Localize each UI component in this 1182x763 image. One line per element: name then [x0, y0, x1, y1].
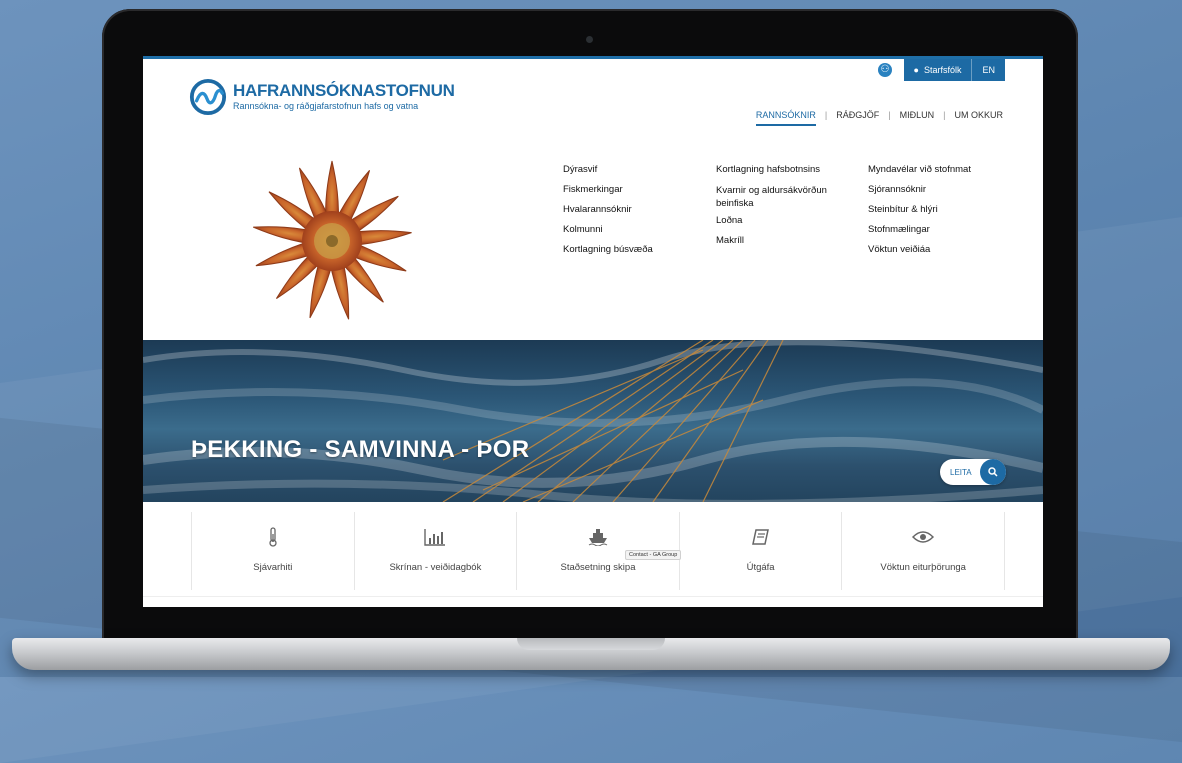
- nav-item-um-okkur[interactable]: UM OKKUR: [954, 110, 1003, 120]
- menu-link[interactable]: Fiskmerkingar: [563, 180, 653, 200]
- menu-link[interactable]: Vöktun veiðiáa: [868, 240, 971, 260]
- language-button[interactable]: EN: [971, 59, 1005, 81]
- mega-menu-column: Myndavélar við stofnmat Sjórannsóknir St…: [868, 160, 971, 260]
- mega-menu-column: Kortlagning hafsbotnsins Kvarnir og aldu…: [716, 160, 846, 251]
- site-logo[interactable]: HAFRANNSÓKNASTOFNUN Rannsókna- og ráðgja…: [189, 78, 455, 116]
- menu-link[interactable]: Kolmunni: [563, 220, 653, 240]
- person-icon: ●: [913, 65, 919, 75]
- tooltip: Contact - GA Group: [625, 550, 682, 560]
- quick-link-label: Útgáfa: [746, 562, 775, 573]
- quick-link-skrinan[interactable]: Skrínan - veiðidagbók: [353, 512, 517, 590]
- logo-title: HAFRANNSÓKNASTOFNUN: [233, 81, 455, 100]
- book-icon: [751, 526, 770, 548]
- nav-separator: |: [888, 110, 891, 120]
- staff-label: Starfsfólk: [923, 65, 962, 75]
- thermometer-icon: [267, 526, 279, 548]
- nav-separator: |: [943, 110, 946, 120]
- bar-chart-icon: [424, 526, 446, 548]
- logo-wave-icon: [189, 78, 227, 116]
- laptop-camera: [586, 36, 593, 43]
- menu-link[interactable]: Sjórannsóknir: [868, 180, 971, 200]
- nav-item-rannsoknir[interactable]: RANNSÓKNIR: [755, 110, 816, 126]
- accessibility-icon[interactable]: ⚇: [878, 63, 892, 77]
- menu-link[interactable]: Kortlagning hafsbotnsins: [716, 160, 846, 180]
- nav-item-radgjof[interactable]: RÁÐGJÖF: [836, 110, 879, 120]
- staff-button[interactable]: ● Starfsfólk: [903, 59, 972, 81]
- menu-link[interactable]: Hvalarannsóknir: [563, 200, 653, 220]
- quick-links: Sjávarhiti Skrínan - veiðidagbók Staðset…: [191, 512, 1005, 590]
- menu-link[interactable]: Kvarnir og aldursákvörðun beinfiska: [716, 180, 846, 211]
- starfish-image: [251, 160, 413, 322]
- menu-link[interactable]: Steinbítur & hlýri: [868, 200, 971, 220]
- hero-banner: ÞEKKING - SAMVINNA - ÞOR LEITA: [143, 340, 1043, 502]
- quick-link-voktun-eiturthorunga[interactable]: Vöktun eiturþörunga: [841, 512, 1005, 590]
- laptop-notch: [517, 638, 665, 650]
- nav-separator: |: [824, 110, 828, 120]
- quick-link-label: Sjávarhiti: [253, 562, 293, 573]
- website-screen: ⚇ ● Starfsfólk EN HAFRANNSÓKNASTOFNUN Ra…: [143, 56, 1043, 607]
- quick-link-sjavarhiti[interactable]: Sjávarhiti: [191, 512, 354, 590]
- nav-item-midlun[interactable]: MIÐLUN: [900, 110, 935, 120]
- eye-icon: [912, 526, 935, 548]
- divider: [143, 596, 1043, 597]
- menu-link[interactable]: Dýrasvif: [563, 160, 653, 180]
- quick-link-label: Vöktun eiturþörunga: [880, 562, 966, 573]
- menu-link[interactable]: Myndavélar við stofnmat: [868, 160, 971, 180]
- search-icon: [980, 459, 1006, 485]
- utility-bar: ● Starfsfólk EN: [903, 59, 1005, 81]
- menu-link[interactable]: Kortlagning búsvæða: [563, 240, 653, 260]
- hero-title: ÞEKKING - SAMVINNA - ÞOR: [191, 436, 530, 463]
- logo-subtitle: Rannsókna- og ráðgjafarstofnun hafs og v…: [233, 101, 419, 111]
- main-nav: RANNSÓKNIR | RÁÐGJÖF | MIÐLUN | UM OKKUR: [755, 104, 1003, 126]
- ship-icon: [588, 526, 608, 548]
- quick-link-label: Staðsetning skipa: [560, 562, 636, 573]
- mega-menu-column: Dýrasvif Fiskmerkingar Hvalarannsóknir K…: [563, 160, 653, 260]
- quick-link-label: Skrínan - veiðidagbók: [389, 562, 482, 573]
- search-label: LEITA: [950, 467, 972, 477]
- quick-link-utgafa[interactable]: Útgáfa: [678, 512, 842, 590]
- menu-link[interactable]: Makríll: [716, 231, 846, 251]
- menu-link[interactable]: Stofnmælingar: [868, 220, 971, 240]
- ocean-net-image: [143, 340, 1043, 502]
- search-button[interactable]: LEITA: [940, 459, 1006, 485]
- menu-link[interactable]: Loðna: [716, 211, 846, 231]
